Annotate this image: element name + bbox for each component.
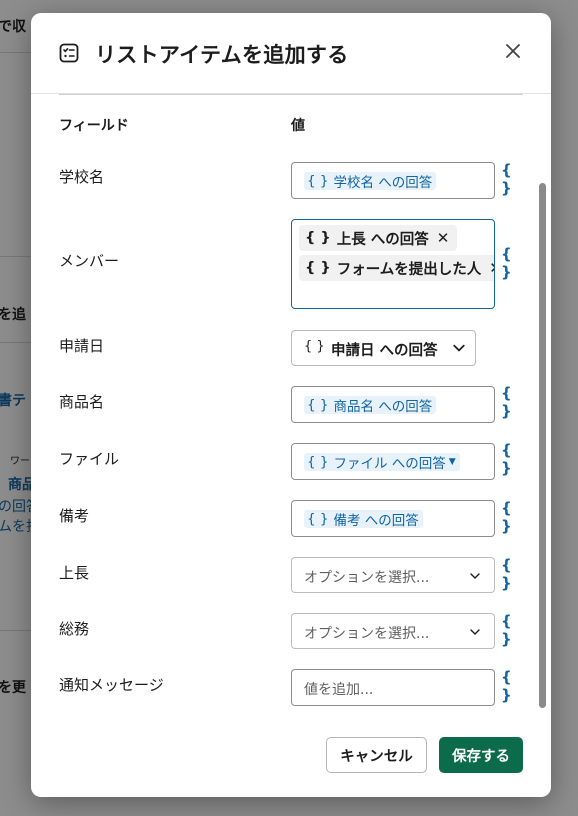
- field-label-general: 総務: [59, 620, 90, 638]
- field-label-product: 商品名: [59, 393, 105, 411]
- insert-variable-button-boss[interactable]: { }: [501, 556, 523, 592]
- scrollbar-thumb[interactable]: [539, 183, 546, 708]
- modal-footer: キャンセル 保存する: [31, 720, 551, 797]
- variable-token-label: 商品名 への回答: [333, 399, 433, 415]
- insert-variable-button-school[interactable]: { }: [501, 161, 523, 197]
- cancel-button[interactable]: キャンセル: [326, 737, 427, 773]
- modal-title: リストアイテムを追加する: [95, 43, 349, 67]
- token-dropdown-icon[interactable]: ▼: [449, 457, 456, 467]
- remove-pill-icon[interactable]: ✕: [489, 259, 494, 277]
- product-input[interactable]: { } 商品名 への回答: [291, 386, 495, 423]
- field-label-message: 通知メッセージ: [59, 676, 164, 694]
- school-input[interactable]: { } 学校名 への回答: [291, 162, 495, 199]
- date-select[interactable]: { } 申請日 への回答: [291, 330, 476, 366]
- save-button[interactable]: 保存する: [439, 737, 523, 773]
- column-header-field: フィールド: [59, 118, 129, 134]
- variable-token[interactable]: { } 商品名 への回答: [304, 396, 437, 415]
- member-pill-label: フォームを提出した人: [336, 261, 482, 278]
- variable-token-label: ファイル への回答: [333, 456, 446, 472]
- date-select-value: 申請日 への回答: [331, 343, 438, 359]
- variable-token-label: 備考 への回答: [333, 513, 419, 529]
- section-divider: [59, 94, 523, 95]
- insert-variable-button-message[interactable]: { }: [501, 668, 523, 704]
- field-label-file: ファイル: [59, 450, 120, 468]
- general-affairs-select[interactable]: オプションを選択...: [291, 613, 495, 649]
- members-input[interactable]: { } 上長 への回答 ✕ { } フォームを提出した人 ✕: [291, 219, 495, 309]
- variable-token[interactable]: { } ファイル への回答 ▼: [304, 453, 460, 472]
- member-pill: { } フォームを提出した人 ✕: [299, 255, 494, 281]
- modal-header: リストアイテムを追加する: [31, 13, 551, 93]
- variable-token-glyph: { }: [304, 339, 325, 354]
- boss-select[interactable]: オプションを選択...: [291, 557, 495, 593]
- member-pill-label: 上長 への回答: [336, 231, 429, 248]
- chevron-down-icon: [453, 344, 465, 352]
- insert-variable-button-notes[interactable]: { }: [501, 499, 523, 535]
- general-select-placeholder: オプションを選択...: [304, 626, 430, 642]
- insert-variable-button-general[interactable]: { }: [501, 612, 523, 648]
- list-item-icon: [59, 43, 79, 63]
- insert-variable-button-file[interactable]: { }: [501, 441, 523, 477]
- variable-token-glyph: { }: [307, 511, 329, 527]
- message-input[interactable]: 値を追加...: [291, 669, 495, 706]
- column-header-value: 値: [291, 118, 305, 134]
- variable-token[interactable]: { } 学校名 への回答: [304, 172, 437, 191]
- add-list-item-modal: リストアイテムを追加する フィールド 値 学校名 { } 学校名 への回答 { }…: [31, 13, 551, 797]
- insert-variable-button-product[interactable]: { }: [501, 384, 523, 420]
- message-input-placeholder: 値を追加...: [304, 682, 374, 698]
- field-label-school: 学校名: [59, 168, 105, 186]
- modal-body[interactable]: フィールド 値 学校名 { } 学校名 への回答 { } メンバー { } 上長 へ…: [31, 94, 551, 720]
- member-pill: { } 上長 への回答 ✕: [299, 225, 458, 251]
- field-label-boss: 上長: [59, 564, 90, 582]
- notes-input[interactable]: { } 備考 への回答: [291, 500, 495, 537]
- chevron-down-icon: [470, 573, 480, 579]
- field-label-members: メンバー: [59, 252, 120, 270]
- variable-token-glyph: { }: [305, 260, 331, 276]
- variable-token-glyph: { }: [307, 173, 329, 189]
- close-button[interactable]: [499, 37, 527, 65]
- boss-select-placeholder: オプションを選択...: [304, 570, 430, 586]
- variable-token-glyph: { }: [307, 454, 329, 470]
- variable-token-glyph: { }: [307, 397, 329, 413]
- field-label-notes: 備考: [59, 507, 90, 525]
- variable-token[interactable]: { } 備考 への回答: [304, 510, 423, 529]
- insert-variable-button-members[interactable]: { }: [501, 245, 523, 281]
- file-input[interactable]: { } ファイル への回答 ▼: [291, 443, 495, 480]
- chevron-down-icon: [470, 629, 480, 635]
- variable-token-glyph: { }: [305, 230, 331, 246]
- field-label-date: 申請日: [59, 337, 105, 355]
- close-icon: [506, 44, 520, 58]
- remove-pill-icon[interactable]: ✕: [437, 229, 450, 247]
- variable-token-label: 学校名 への回答: [333, 175, 433, 191]
